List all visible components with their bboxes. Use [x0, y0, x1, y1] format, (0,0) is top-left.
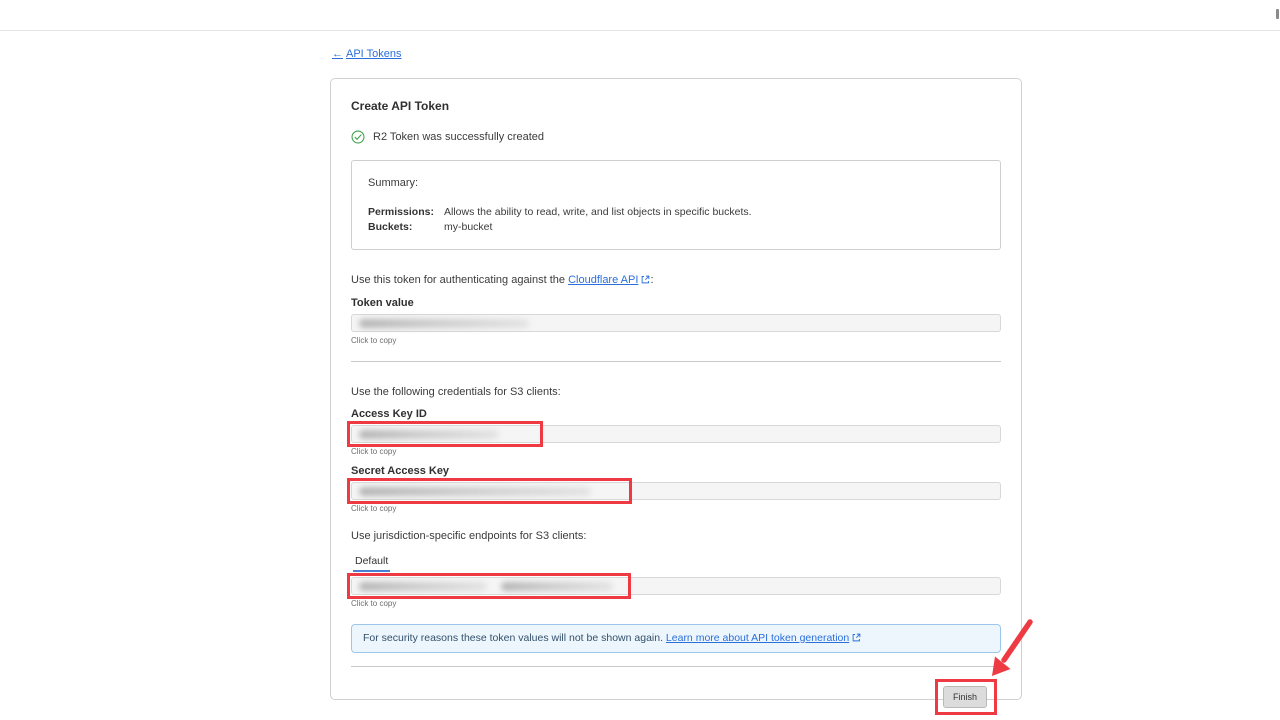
annotation-rect-finish: Finish	[935, 679, 997, 715]
s3-endpoint-field[interactable]	[351, 577, 1001, 595]
footer-divider	[351, 666, 1001, 667]
endpoint-field-wrap	[351, 577, 1001, 595]
access-key-id-label: Access Key ID	[351, 408, 1001, 420]
redacted-endpoint-part1	[359, 582, 487, 591]
token-copy-hint: Click to copy	[351, 336, 1001, 345]
secret-access-key-label: Secret Access Key	[351, 465, 1001, 477]
redacted-token-value	[359, 319, 529, 328]
access-key-field-wrap	[351, 425, 1001, 443]
secret-access-key-field[interactable]	[351, 482, 1001, 500]
token-value-field-wrap	[351, 314, 1001, 332]
tab-default[interactable]: Default	[353, 555, 390, 572]
page-title: Create API Token	[351, 99, 1001, 113]
summary-heading: Summary:	[368, 177, 984, 189]
success-text: R2 Token was successfully created	[373, 131, 544, 143]
jurisdiction-intro-text: Use jurisdiction-specific endpoints for …	[351, 530, 1001, 542]
window-edge-artifact	[1276, 9, 1279, 19]
redacted-access-key	[359, 430, 499, 439]
permissions-label: Permissions:	[368, 205, 444, 220]
create-api-token-card: Create API Token R2 Token was successful…	[330, 78, 1022, 700]
summary-row-permissions: Permissions: Allows the ability to read,…	[368, 205, 984, 220]
summary-rows: Permissions: Allows the ability to read,…	[368, 205, 984, 235]
access-key-copy-hint: Click to copy	[351, 447, 1001, 456]
finish-button[interactable]: Finish	[943, 686, 987, 708]
summary-row-buckets: Buckets: my-bucket	[368, 220, 984, 235]
redacted-endpoint-part2	[501, 582, 613, 591]
access-key-id-field[interactable]	[351, 425, 1001, 443]
token-intro-prefix: Use this token for authenticating agains…	[351, 274, 568, 286]
summary-box: Summary: Permissions: Allows the ability…	[351, 160, 1001, 250]
section-divider	[351, 361, 1001, 362]
token-intro-suffix: :	[650, 274, 653, 286]
endpoint-copy-hint: Click to copy	[351, 599, 1001, 608]
cloudflare-api-link[interactable]: Cloudflare API	[568, 274, 638, 286]
permissions-value: Allows the ability to read, write, and l…	[444, 205, 752, 220]
back-arrow-icon: ←	[332, 48, 343, 60]
learn-more-link[interactable]: Learn more about API token generation	[666, 632, 849, 644]
secret-key-copy-hint: Click to copy	[351, 504, 1001, 513]
page-content: ← API Tokens Create API Token R2 Token w…	[0, 32, 1280, 720]
top-bar	[0, 0, 1280, 31]
security-notice: For security reasons these token values …	[351, 624, 1001, 653]
buckets-label: Buckets:	[368, 220, 444, 235]
buckets-value: my-bucket	[444, 220, 492, 235]
s3-intro-text: Use the following credentials for S3 cli…	[351, 386, 1001, 398]
external-link-icon	[852, 633, 861, 645]
security-notice-text: For security reasons these token values …	[363, 632, 666, 644]
back-link-label: API Tokens	[346, 48, 401, 60]
finish-row: Finish	[351, 679, 1001, 715]
token-value-field[interactable]	[351, 314, 1001, 332]
success-check-icon	[351, 130, 365, 144]
token-intro-text: Use this token for authenticating agains…	[351, 274, 1001, 287]
redacted-secret-key	[359, 487, 591, 496]
back-to-api-tokens-link[interactable]: ← API Tokens	[332, 48, 401, 60]
token-value-label: Token value	[351, 297, 1001, 309]
secret-key-field-wrap	[351, 482, 1001, 500]
success-banner: R2 Token was successfully created	[351, 130, 1001, 144]
